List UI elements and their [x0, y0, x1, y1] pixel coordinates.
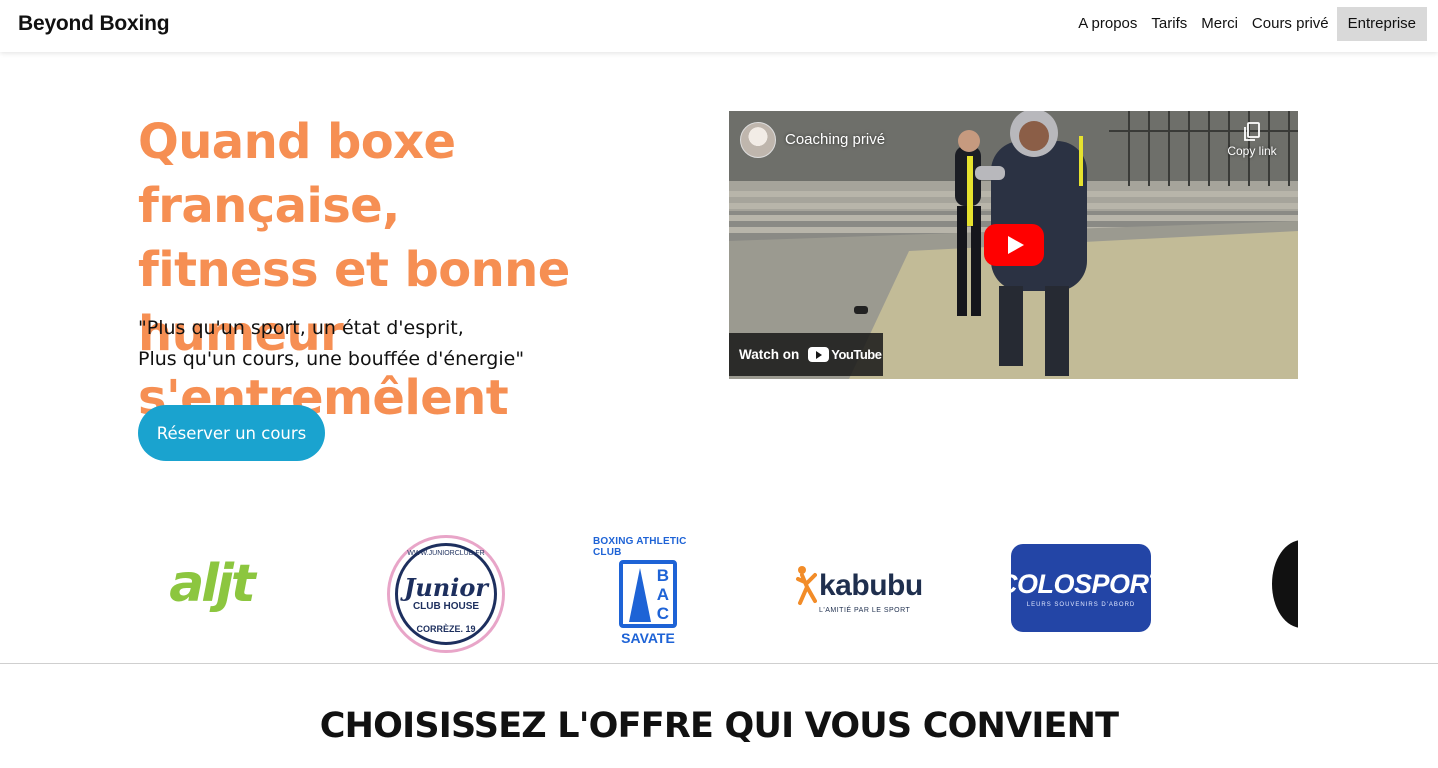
kabubu-figure-icon — [796, 565, 817, 605]
kabubu-logo-tagline: L'AMITIÉ PAR LE SPORT — [819, 606, 911, 614]
hero-title: Quand boxe française, fitness et bonne h… — [138, 110, 698, 430]
kabubu-logo-row: kabubu — [795, 565, 923, 607]
nav-link-a-propos[interactable]: A propos — [1071, 7, 1144, 41]
bac-logo-arc-text: BOXING ATHLETIC CLUB — [593, 536, 687, 558]
offers-section-title: CHOISISSEZ L'OFFRE QUI VOUS CONVIENT — [319, 706, 1119, 746]
bac-letter: C — [656, 604, 669, 623]
video-title[interactable]: Coaching privé — [785, 131, 885, 148]
play-button[interactable] — [984, 224, 1044, 266]
hero-title-line: fitness et bonne — [138, 242, 570, 298]
watch-on-label: Watch on — [739, 347, 800, 362]
nav-link-entreprise[interactable]: Entreprise — [1336, 7, 1427, 41]
play-icon — [1007, 236, 1024, 254]
aljt-logo-text: aljt — [169, 554, 256, 614]
partner-logo-kabubu: kabubu L'AMITIÉ PAR LE SPORT — [795, 560, 931, 618]
main-nav: A propos Tarifs Merci Cours privé Entrep… — [1071, 7, 1427, 41]
partner-logo-aljt: aljt — [166, 540, 256, 628]
hero-title-line: Quand boxe française, — [138, 114, 456, 234]
bac-letters: B A C — [657, 566, 669, 623]
partner-logo-boxing-athletic-club: BOXING ATHLETIC CLUB B A C SAVATE — [593, 532, 703, 650]
channel-avatar[interactable] — [740, 122, 776, 158]
section-divider — [0, 663, 1438, 664]
colosport-logo-tagline: LEURS SOUVENIRS D'ABORD — [1026, 601, 1136, 608]
top-navbar: Beyond Boxing A propos Tarifs Merci Cour… — [0, 0, 1438, 52]
copy-link-label: Copy link — [1227, 144, 1277, 158]
hero-quote-line: Plus qu'un cours, une bouffée d'énergie" — [138, 348, 525, 370]
kabubu-logo-text: kabubu — [819, 568, 923, 602]
junior-logo-region: CORRÈZE. 19 — [416, 624, 476, 634]
nav-link-tarifs[interactable]: Tarifs — [1144, 7, 1194, 41]
junior-logo-text: Junior — [403, 573, 489, 602]
youtube-logo-text: YouTube — [831, 347, 882, 362]
partner-logo-junior-club-house: WWW.JUNIORCLUB.FR Junior CLUB HOUSE CORR… — [387, 535, 505, 653]
bac-shield: B A C — [619, 560, 677, 628]
youtube-icon — [808, 347, 830, 362]
partner-logos-carousel: aljt WWW.JUNIORCLUB.FR Junior CLUB HOUSE… — [138, 520, 1298, 660]
bac-letter: A — [656, 585, 669, 604]
junior-logo-url: WWW.JUNIORCLUB.FR — [407, 550, 485, 557]
junior-logo-subtitle: CLUB HOUSE — [412, 601, 480, 612]
bac-letter: B — [656, 566, 669, 585]
bac-logo-text: SAVATE — [621, 630, 675, 646]
hero-quote: "Plus qu'un sport, un état d'esprit, Plu… — [138, 313, 524, 375]
copy-link-button[interactable]: Copy link — [1224, 122, 1280, 158]
nav-link-merci[interactable]: Merci — [1194, 7, 1245, 41]
partner-logo-partial — [1272, 540, 1298, 628]
youtube-video-embed[interactable]: Coaching privé Copy link Watch on YouTub… — [729, 111, 1298, 379]
brand-logo-text[interactable]: Beyond Boxing — [18, 12, 170, 36]
partner-logo-colosport: COLOSPORT LEURS SOUVENIRS D'ABORD — [998, 544, 1165, 632]
junior-badge: WWW.JUNIORCLUB.FR Junior CLUB HOUSE CORR… — [395, 543, 497, 645]
hero-quote-line: "Plus qu'un sport, un état d'esprit, — [138, 317, 464, 339]
youtube-logo: YouTube — [808, 347, 882, 362]
nav-link-cours-prive[interactable]: Cours privé — [1245, 7, 1336, 41]
eiffel-tower-icon — [629, 568, 651, 622]
colosport-logo-text: COLOSPORT — [997, 568, 1165, 599]
book-class-button[interactable]: Réserver un cours — [138, 405, 325, 461]
copy-icon — [1244, 122, 1260, 141]
watch-on-youtube-button[interactable]: Watch on YouTube — [729, 333, 883, 376]
